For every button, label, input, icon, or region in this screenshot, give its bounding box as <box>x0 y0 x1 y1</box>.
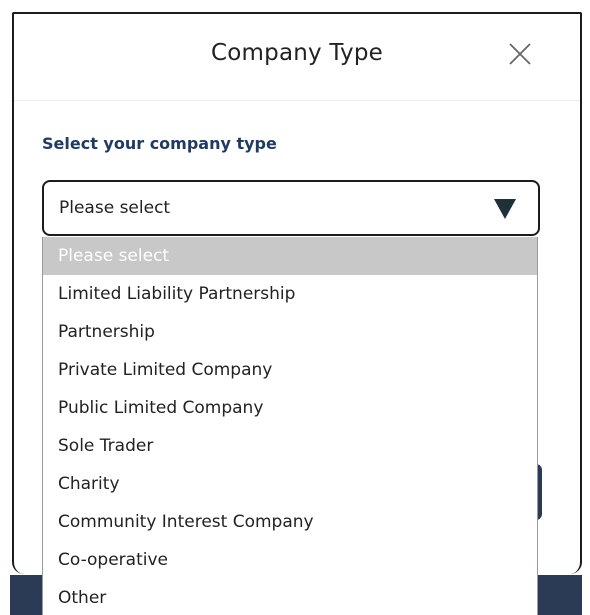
select-value: Please select <box>59 198 171 218</box>
option-public-limited-company[interactable]: Public Limited Company <box>43 389 537 427</box>
option-private-limited-company[interactable]: Private Limited Company <box>43 351 537 389</box>
option-other[interactable]: Other <box>43 579 537 615</box>
option-limited-liability-partnership[interactable]: Limited Liability Partnership <box>43 275 537 313</box>
dropdown-arrow-icon <box>494 199 516 219</box>
company-type-select[interactable]: Please select <box>42 180 540 236</box>
company-type-label: Select your company type <box>42 134 277 153</box>
option-charity[interactable]: Charity <box>43 465 537 503</box>
company-type-options: Please select Limited Liability Partners… <box>42 237 538 615</box>
modal-header: Company Type <box>14 14 580 101</box>
option-co-operative[interactable]: Co-operative <box>43 541 537 579</box>
close-icon <box>509 43 531 65</box>
close-button[interactable] <box>504 38 536 70</box>
option-please-select[interactable]: Please select <box>43 237 537 275</box>
modal-title: Company Type <box>211 40 383 66</box>
option-community-interest-company[interactable]: Community Interest Company <box>43 503 537 541</box>
option-sole-trader[interactable]: Sole Trader <box>43 427 537 465</box>
option-partnership[interactable]: Partnership <box>43 313 537 351</box>
